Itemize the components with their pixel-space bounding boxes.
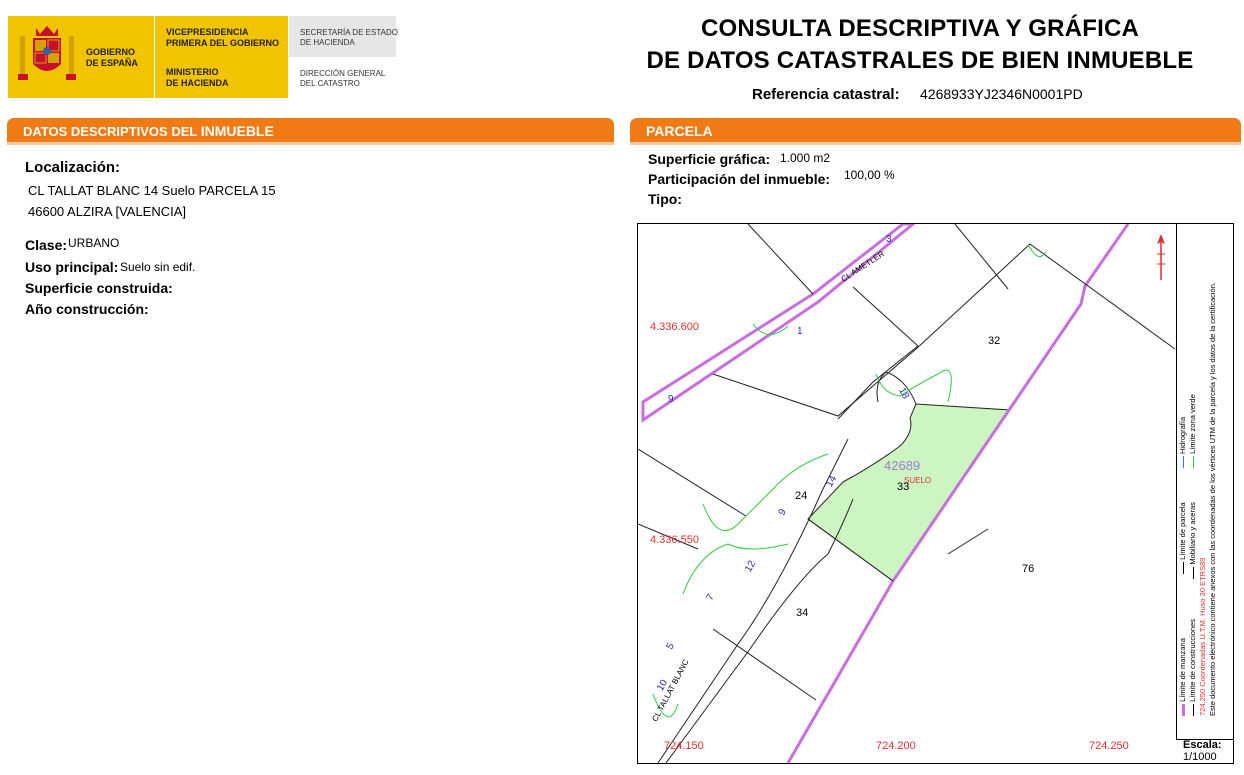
- legend-swatch-black: [1192, 566, 1194, 579]
- legend-coord-text: Coordenadas U.T.M. Huso 30 ETRS89: [1198, 557, 1207, 687]
- vice-line2: PRIMERA DEL GOBIERNO: [166, 38, 280, 48]
- page-title-line2: DE DATOS CATASTRALES DE BIEN INMUEBLE: [646, 47, 1194, 74]
- uso-label: Uso principal:: [25, 259, 119, 275]
- coat-of-arms-icon: [18, 26, 76, 80]
- direccion-line1: DIRECCIÓN GENERAL: [300, 69, 386, 78]
- legend-swatch-black: [1182, 561, 1184, 574]
- localizacion-line1: CL TALLAT BLANC 14 Suelo PARCELA 15: [28, 183, 276, 198]
- legend-text: Mobiliario y aceras: [1188, 502, 1197, 565]
- superficie-grafica-value: 1.000 m2: [780, 151, 831, 165]
- anio-construccion-label: Año construcción:: [25, 301, 149, 317]
- legend-text: Hidrografía: [1178, 416, 1187, 454]
- coord-x1: 724.150: [664, 740, 704, 752]
- legend-swatch-blue: [1182, 456, 1184, 469]
- legend-note: Este documento electrónico contiene anex…: [1208, 282, 1217, 716]
- gov-line1: GOBIERNO: [86, 47, 136, 57]
- direccion-line2: DEL CATASTRO: [300, 79, 360, 88]
- ministry-line2: DE HACIENDA: [166, 78, 229, 88]
- legend-text: Límite zona verde: [1188, 394, 1197, 454]
- coord-x2: 724.200: [876, 740, 916, 752]
- clase-label: Clase:: [25, 237, 68, 253]
- vice-name: VICEPRESIDENCIA PRIMERA DEL GOBIERNO: [166, 27, 279, 49]
- map-scale: Escala: 1/1000: [1183, 739, 1222, 763]
- parcel-number-24: 24: [795, 490, 808, 502]
- uso-value: Suelo sin edif.: [120, 260, 196, 274]
- logo-divider: [154, 16, 155, 98]
- legend-row-4: Este documento electrónico contiene anex…: [1208, 236, 1218, 716]
- bar-title-part2: INMUEBLE: [200, 123, 274, 139]
- parcel-number-34: 34: [796, 607, 809, 619]
- page-title-line1: CONSULTA DESCRIPTIVA Y GRÁFICA: [700, 15, 1140, 42]
- gov-line2: DE ESPAÑA: [86, 58, 138, 68]
- parcel-number-32: 32: [988, 335, 1001, 347]
- ministry-line1: MINISTERIO: [166, 67, 219, 77]
- ref-value: 4268933YJ2346N0001PD: [920, 86, 1083, 102]
- parcel-id-label: 42689: [884, 458, 921, 473]
- logo-divider: [288, 16, 289, 98]
- map-drawing: [638, 224, 1176, 763]
- legend-swatch-black: [1192, 704, 1194, 716]
- legend-row-2: Límite de construcciones Mobiliario y ac…: [1188, 236, 1198, 716]
- legend-coord-number: 724.250: [1198, 688, 1207, 716]
- house-number: 9: [668, 394, 674, 405]
- localizacion-label: Localización:: [25, 159, 121, 176]
- legend-row-3: 724.250 Coordenadas U.T.M. Huso 30 ETRS8…: [1198, 236, 1208, 716]
- bar-title-part1: DATOS DESCRIPTIVOS DEL: [23, 124, 201, 139]
- secretaria-line2: DE HACIENDA: [300, 38, 355, 47]
- house-number: 3: [886, 234, 892, 245]
- ref-label: Referencia catastral:: [752, 86, 900, 103]
- legend-text: Límite de manzana: [1178, 638, 1187, 702]
- vice-line1: VICEPRESIDENCIA: [166, 27, 249, 37]
- legend-text: Límite de construcciones: [1188, 618, 1197, 702]
- north-arrow-icon: [1157, 234, 1165, 280]
- section-bar-parcela: PARCELA: [630, 118, 1241, 142]
- legend-text: Límite de parcela: [1178, 502, 1187, 560]
- superficie-grafica-label: Superficie gráfica:: [648, 151, 771, 167]
- coord-x3: 724.250: [1089, 740, 1129, 752]
- direccion-name: DIRECCIÓN GENERAL DEL CATASTRO: [300, 69, 385, 89]
- scale-value: 1/1000: [1183, 751, 1217, 763]
- gov-name: GOBIERNO DE ESPAÑA: [86, 47, 138, 69]
- ministry-name: MINISTERIO DE HACIENDA: [166, 67, 229, 89]
- legend-swatch-purple: [1181, 704, 1185, 716]
- superficie-construida-label: Superficie construida:: [25, 280, 173, 296]
- section-bar-inmueble: DATOS DESCRIPTIVOS DEL INMUEBLE: [7, 118, 614, 142]
- secretaria-line1: SECRETARÍA DE ESTADO: [300, 28, 398, 37]
- participacion-value: 100,00 %: [844, 168, 895, 182]
- participacion-label: Participación del inmueble:: [648, 171, 831, 187]
- secretaria-name: SECRETARÍA DE ESTADO DE HACIENDA: [300, 28, 398, 48]
- legend-swatch-green: [1192, 455, 1194, 468]
- tipo-label: Tipo:: [648, 191, 682, 207]
- legend-row-1: Límite de manzana Límite de parcela Hidr…: [1178, 236, 1188, 716]
- section-bar-shadow: [630, 142, 1241, 145]
- house-number: 1: [797, 326, 803, 337]
- localizacion-line2: 46600 ALZIRA [VALENCIA]: [28, 204, 187, 219]
- map-legend: Límite de manzana Límite de parcela Hidr…: [1178, 226, 1228, 726]
- clase-value: URBANO: [68, 236, 120, 250]
- legend-divider: [1176, 224, 1177, 740]
- coord-y2: 4.336.550: [650, 534, 699, 546]
- parcel-number-76: 76: [1022, 563, 1035, 575]
- section-bar-shadow: [7, 142, 614, 145]
- coord-y1: 4.336.600: [650, 321, 699, 333]
- parcel-number-33: 33: [897, 481, 910, 493]
- scale-label: Escala:: [1183, 739, 1222, 751]
